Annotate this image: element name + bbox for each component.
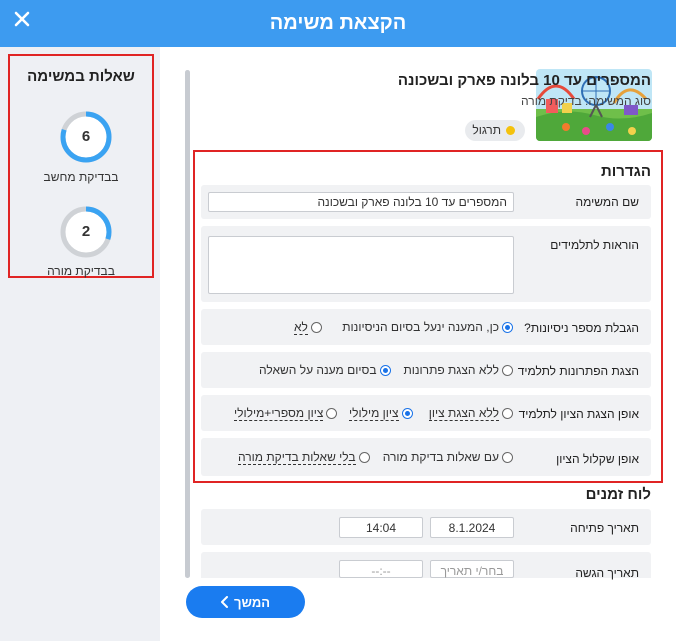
attempts-no-radio[interactable]: לא: [294, 320, 322, 335]
teacher-check-count: 2: [81, 223, 91, 240]
close-icon[interactable]: [12, 9, 34, 31]
grade-display-row: אופן הצגת הציון לתלמיד ללא הצגת ציון ציו…: [201, 395, 651, 431]
teacher-check-ring: 2: [59, 205, 113, 259]
open-date-row: תאריך פתיחה 8.1.2024 14:04: [201, 509, 651, 545]
continue-button-label: המשך: [234, 595, 271, 610]
weight-with-label: עם שאלות בדיקת מורה: [382, 450, 499, 464]
solutions-none-label: ללא הצגת פתרונות: [403, 363, 499, 377]
open-date-input[interactable]: 8.1.2024: [430, 517, 514, 538]
grade-display-label: אופן הצגת הציון לתלמיד: [518, 407, 639, 421]
questions-panel-title: שאלות במשימה: [27, 68, 135, 85]
grade-both-label: ציון מספרי+מילולי: [234, 406, 324, 421]
grade-verbal-radio[interactable]: ציון מילולי: [349, 406, 413, 421]
weight-without-radio[interactable]: בלי שאלות בדיקת מורה: [238, 450, 370, 465]
attempts-yes-radio[interactable]: כן, המענה ינעל בסיום הניסיונות: [342, 320, 513, 334]
radio-selected-icon[interactable]: [401, 408, 413, 419]
radio-empty-icon[interactable]: [502, 408, 513, 419]
radio-empty-icon[interactable]: [326, 408, 338, 419]
weight-with-radio[interactable]: עם שאלות בדיקת מורה: [383, 450, 513, 464]
instructions-textarea[interactable]: [208, 236, 514, 294]
attempts-yes-label: כן, המענה ינעל בסיום הניסיונות: [342, 320, 499, 334]
grade-weight-label: אופן שקלול הציון: [556, 452, 639, 466]
grade-both-radio[interactable]: ציון מספרי+מילולי: [234, 406, 338, 421]
radio-selected-icon[interactable]: [379, 364, 391, 376]
attempts-label: הגבלת מספר ניסיונות?: [524, 321, 639, 335]
grade-none-label: ללא הצגת ציון: [428, 406, 499, 421]
solutions-none-radio[interactable]: ללא הצגת פתרונות: [403, 363, 513, 377]
weight-without-label: בלי שאלות בדיקת מורה: [238, 450, 356, 465]
radio-empty-icon[interactable]: [358, 452, 370, 463]
teacher-check-label: בבדיקת מורה: [47, 264, 115, 278]
chevron-left-icon: [220, 596, 230, 611]
open-time-input[interactable]: 14:04: [339, 517, 423, 538]
computer-check-ring: 6: [59, 110, 113, 164]
scrollbar-thumb[interactable]: [185, 70, 190, 578]
instructions-label: הוראות לתלמידים: [550, 238, 639, 252]
open-date-label: תאריך פתיחה: [570, 521, 639, 535]
task-name-label: שם המשימה: [575, 195, 639, 209]
schedule-title: לוח זמנים: [585, 486, 651, 503]
practice-badge-label: תרגול: [472, 123, 501, 137]
dialog-title: הקצאת משימה: [269, 12, 407, 34]
dialog-header: הקצאת משימה: [0, 0, 676, 47]
practice-badge: תרגול: [465, 120, 525, 141]
submit-date-row: תאריך הגשה בחר/י תאריך --:--: [201, 552, 651, 580]
radio-empty-icon[interactable]: [502, 451, 513, 463]
grade-weight-row: אופן שקלול הציון עם שאלות בדיקת מורה בלי…: [201, 438, 651, 476]
solutions-end-label: בסיום מענה על השאלה: [259, 363, 377, 377]
instructions-row: הוראות לתלמידים: [201, 226, 651, 302]
solutions-label: הצגת הפתרונות לתלמיד: [517, 364, 639, 378]
solutions-end-radio[interactable]: בסיום מענה על השאלה: [259, 363, 391, 377]
submit-time-input[interactable]: --:--: [339, 560, 423, 578]
radio-selected-icon[interactable]: [502, 321, 513, 333]
questions-summary-box: שאלות במשימה 6 בבדיקת מחשב 2 בבדיקת מורה: [8, 54, 154, 278]
grade-none-radio[interactable]: ללא הצגת ציון: [428, 406, 513, 421]
task-type: סוג המשימה: בדיקת מורה: [521, 94, 651, 108]
task-name-input[interactable]: [208, 192, 514, 212]
questions-panel: שאלות במשימה 6 בבדיקת מחשב 2 בבדיקת מורה: [0, 47, 160, 641]
task-name-row: שם המשימה: [201, 185, 651, 219]
computer-check-count: 6: [81, 128, 91, 145]
yellow-dot-icon: [506, 126, 515, 135]
solutions-row: הצגת הפתרונות לתלמיד ללא הצגת פתרונות בס…: [201, 352, 651, 388]
continue-button[interactable]: המשך: [186, 586, 305, 618]
radio-empty-icon[interactable]: [502, 364, 513, 376]
attempts-no-label: לא: [294, 320, 308, 335]
computer-check-label: בבדיקת מחשב: [43, 170, 119, 184]
submit-date-label: תאריך הגשה: [575, 566, 639, 580]
settings-title: הגדרות: [601, 163, 651, 180]
attempts-row: הגבלת מספר ניסיונות? כן, המענה ינעל בסיו…: [201, 309, 651, 345]
task-title: המספרים עד 10 בלונה פארק ובשכונה: [397, 72, 651, 89]
submit-date-input[interactable]: בחר/י תאריך: [430, 560, 514, 578]
grade-verbal-label: ציון מילולי: [349, 406, 399, 421]
radio-empty-icon[interactable]: [310, 322, 322, 333]
